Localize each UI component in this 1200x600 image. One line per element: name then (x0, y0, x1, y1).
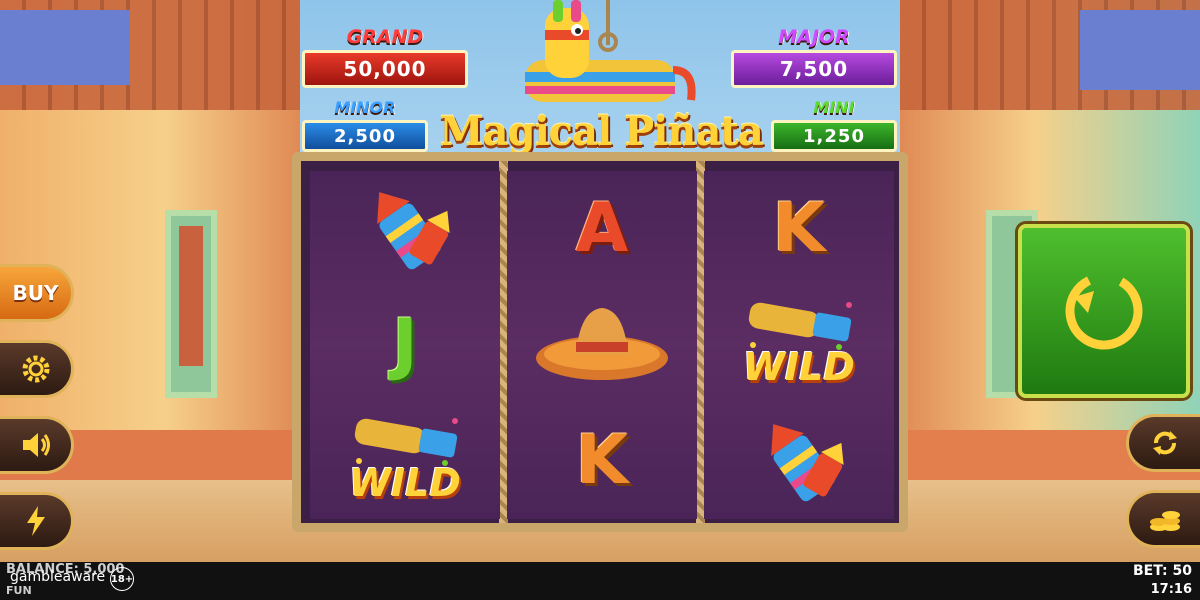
jackpot-minor-value: 2,500 (302, 120, 428, 152)
balcony (1080, 10, 1200, 90)
jackpot-minor-label: MINOR (334, 98, 396, 117)
symbol-letter: K (507, 403, 697, 519)
turbo-button[interactable] (0, 492, 74, 550)
jackpot-mini-value: 1,250 (771, 120, 897, 152)
jackpot-mini: MINI 1,250 (771, 98, 897, 152)
bet-coins-button[interactable] (1126, 490, 1200, 548)
gambleaware-link[interactable]: gambleaware (10, 569, 105, 585)
jackpot-mini-label: MINI (813, 98, 855, 117)
jackpot-major-label: MAJOR (778, 26, 850, 48)
reel-2: A K (507, 171, 697, 519)
jackpot-minor: MINOR 2,500 (302, 98, 428, 152)
symbol-letter-k: K (772, 189, 826, 268)
window (165, 210, 217, 398)
sound-button[interactable] (0, 416, 74, 474)
wild-label: WILD (743, 345, 855, 389)
symbol-letter: J (310, 287, 500, 403)
reel-frame: J WILD A K K WILD (292, 152, 908, 532)
autoplay-button[interactable] (1126, 414, 1200, 472)
jackpot-grand-value: 50,000 (302, 50, 468, 88)
jackpot-grand-label: GRAND (346, 26, 424, 48)
wild-label: WILD (349, 461, 461, 505)
speaker-icon (22, 433, 50, 457)
age-restriction-badge: 18+ (110, 567, 134, 591)
balcony (0, 10, 130, 85)
symbol-sombrero (507, 287, 697, 403)
gear-icon (22, 355, 49, 383)
symbol-letter-a: A (575, 189, 629, 268)
symbol-firework (704, 403, 894, 519)
settings-button[interactable] (0, 340, 74, 398)
jackpot-grand: GRAND 50,000 (302, 26, 468, 88)
pinata-donkey-icon (525, 0, 696, 102)
symbol-letter: K (704, 171, 894, 287)
game-logo: Magical Piñata (439, 108, 763, 155)
bet-text: BET: 50 (1133, 563, 1192, 579)
symbol-firework (310, 171, 500, 287)
sombrero-icon (536, 308, 668, 380)
spin-arrow-icon (1065, 272, 1143, 350)
reel-3: K WILD (704, 171, 894, 519)
buy-button[interactable]: BUY (0, 264, 74, 322)
buy-button-label: BUY (12, 281, 59, 305)
status-bar (0, 562, 1200, 600)
symbol-letter-j: J (392, 305, 418, 384)
firework-icon (771, 424, 844, 502)
symbol-letter: A (507, 171, 697, 287)
mode-text: FUN (6, 584, 32, 597)
spin-button[interactable] (1018, 224, 1190, 398)
symbol-letter-k: K (575, 421, 629, 500)
reel-1: J WILD (310, 171, 500, 519)
jackpot-major-value: 7,500 (731, 50, 897, 88)
symbol-wild: WILD (704, 287, 894, 403)
autoplay-icon (1152, 431, 1177, 455)
symbol-wild: WILD (310, 403, 500, 519)
lightning-icon (26, 506, 45, 536)
clock-text: 17:16 (1150, 582, 1192, 597)
coins-icon (1149, 511, 1180, 531)
firework-icon (377, 192, 450, 270)
jackpot-major: MAJOR 7,500 (731, 26, 897, 88)
